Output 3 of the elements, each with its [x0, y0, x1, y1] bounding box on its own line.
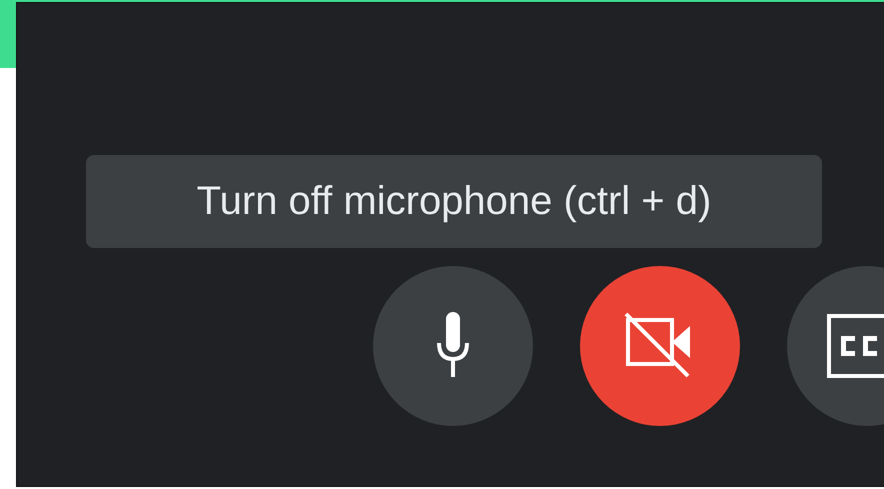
captions-icon	[827, 314, 884, 378]
tooltip: Turn off microphone (ctrl + d)	[86, 155, 822, 248]
microphone-icon	[436, 312, 470, 380]
